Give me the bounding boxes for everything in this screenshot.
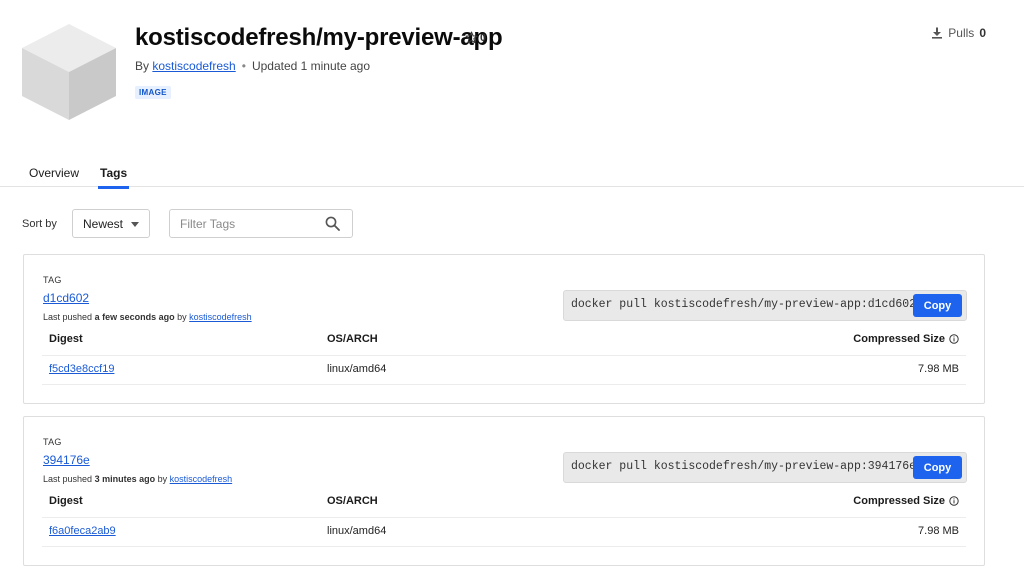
pushed-when: 3 minutes ago — [94, 474, 156, 484]
compressed-size-header: Compressed Size — [853, 333, 959, 345]
tag-name-link[interactable]: 394176e — [43, 453, 90, 467]
pushed-by-prefix: by — [177, 312, 187, 322]
repository-cube-icon — [22, 24, 116, 120]
digest-link[interactable]: f6a0feca2ab9 — [49, 525, 116, 537]
pulls-label: Pulls — [948, 26, 975, 40]
separator-dot: • — [241, 59, 246, 73]
tag-label: TAG — [43, 437, 62, 447]
chevron-down-icon — [131, 222, 139, 227]
digest-link[interactable]: f5cd3e8ccf19 — [49, 363, 114, 375]
os-arch-header: OS/ARCH — [327, 495, 378, 507]
info-icon[interactable] — [949, 334, 959, 344]
os-arch-value: linux/amd64 — [327, 525, 387, 537]
os-arch-value: linux/amd64 — [327, 363, 387, 375]
pulls-stat: Pulls 0 — [931, 26, 986, 40]
info-icon[interactable] — [949, 496, 959, 506]
owner-link[interactable]: kostiscodefresh — [152, 59, 235, 73]
repository-byline: By kostiscodefresh • Updated 1 minute ago — [135, 59, 370, 73]
sort-label: Sort by — [22, 218, 57, 230]
search-icon[interactable] — [325, 216, 340, 231]
compressed-size-header: Compressed Size — [853, 495, 959, 507]
pull-command-box: docker pull kostiscodefresh/my-preview-a… — [563, 452, 967, 483]
updated-text: Updated 1 minute ago — [251, 59, 371, 73]
pull-command-box: docker pull kostiscodefresh/my-preview-a… — [563, 290, 967, 321]
pushed-when: a few seconds ago — [94, 312, 175, 322]
last-pushed-text: Last pushed a few seconds ago by kostisc… — [43, 312, 252, 322]
digest-header: Digest — [49, 333, 83, 345]
pushed-prefix: Last pushed — [43, 312, 93, 322]
row-divider — [42, 355, 966, 356]
pushed-by-prefix: by — [157, 474, 168, 484]
size-value: 7.98 MB — [918, 525, 959, 537]
compressed-size-label: Compressed Size — [853, 333, 945, 345]
tag-name-link[interactable]: d1cd602 — [43, 291, 89, 305]
star-icon — [465, 31, 478, 44]
download-icon — [932, 27, 943, 39]
by-prefix: By — [135, 59, 150, 73]
os-arch-header: OS/ARCH — [327, 333, 378, 345]
filter-tags-field — [169, 209, 353, 238]
digest-header: Digest — [49, 495, 83, 507]
pull-command[interactable]: docker pull kostiscodefresh/my-preview-a… — [571, 298, 916, 311]
last-pushed-text: Last pushed 3 minutes ago by kostiscodef… — [43, 474, 232, 484]
sort-value: Newest — [83, 216, 124, 231]
compressed-size-label: Compressed Size — [853, 495, 945, 507]
tab-overview[interactable]: Overview — [29, 166, 79, 186]
tag-label: TAG — [43, 275, 62, 285]
sort-select[interactable]: Newest — [72, 209, 150, 238]
pushed-prefix: Last pushed — [43, 474, 93, 484]
copy-button[interactable]: Copy — [913, 294, 962, 317]
row-divider — [42, 384, 966, 385]
filter-tags-input[interactable] — [170, 210, 320, 237]
row-divider — [42, 517, 966, 518]
star-count: 0 — [480, 31, 487, 44]
tag-card: TAG 394176e Last pushed 3 minutes ago by… — [23, 416, 985, 566]
size-value: 7.98 MB — [918, 363, 959, 375]
tab-tags[interactable]: Tags — [98, 166, 130, 189]
pull-command[interactable]: docker pull kostiscodefresh/my-preview-a… — [571, 460, 916, 473]
pushed-by-link[interactable]: kostiscodefresh — [189, 312, 252, 322]
pushed-by-link[interactable]: kostiscodefresh — [170, 474, 233, 484]
pulls-count: 0 — [979, 26, 986, 40]
tab-bar: Overview Tags — [0, 160, 1024, 189]
copy-button[interactable]: Copy — [913, 456, 962, 479]
repository-title: kostiscodefresh/my-preview-app — [135, 24, 503, 51]
row-divider — [42, 546, 966, 547]
image-badge: IMAGE — [135, 86, 171, 99]
tag-card: TAG d1cd602 Last pushed a few seconds ag… — [23, 254, 985, 404]
star-button[interactable]: 0 — [465, 31, 486, 44]
